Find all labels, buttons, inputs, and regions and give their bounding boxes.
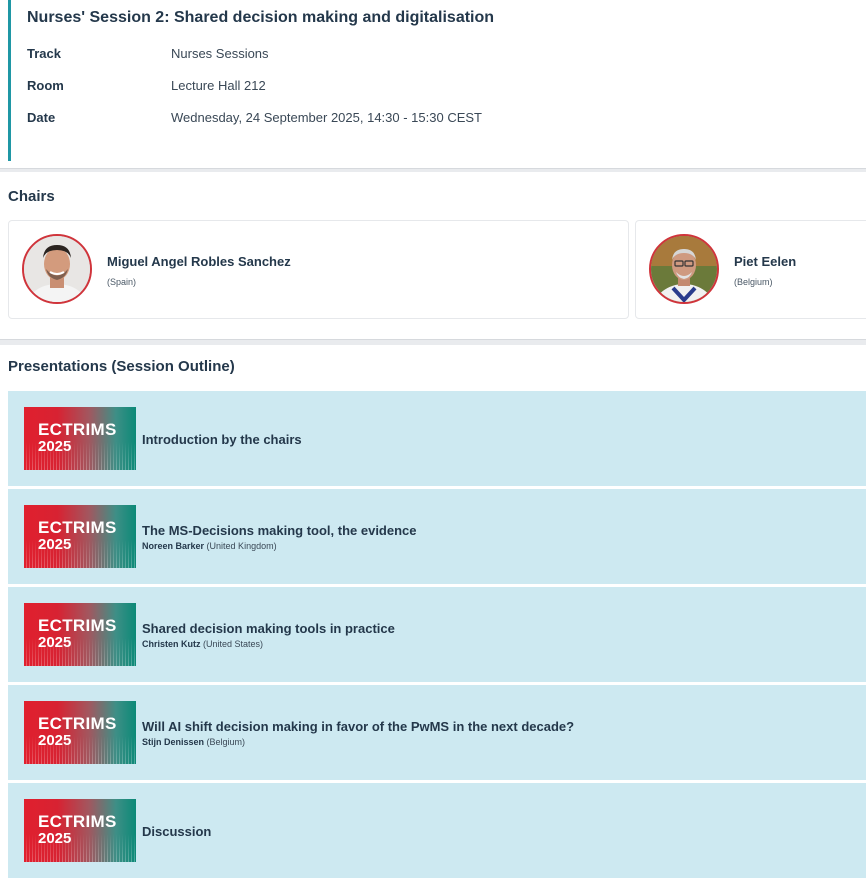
logo-line2: 2025 (38, 438, 72, 455)
chair-name: Piet Eelen (734, 254, 797, 269)
ectrims-logo: ECTRIMS 2025 (24, 603, 136, 666)
chairs-section: Chairs Miguel Angel Robles Sanchez (Spai… (0, 172, 866, 340)
logo-line1: ECTRIMS (38, 518, 117, 537)
logo-line1: ECTRIMS (38, 616, 117, 635)
meta-label: Room (27, 78, 64, 93)
presentation-item[interactable]: ECTRIMS 2025 Shared decision making tool… (8, 587, 866, 682)
speaker-name: Stijn Denissen (142, 737, 205, 747)
presentation-title: Shared decision making tools in practice (142, 621, 395, 636)
presentation-item[interactable]: ECTRIMS 2025 The MS-Decisions making too… (8, 489, 866, 584)
chair-country: (Spain) (107, 277, 137, 287)
meta-label: Track (27, 46, 61, 61)
session-accent-bar (8, 0, 11, 161)
ectrims-logo: ECTRIMS 2025 (24, 505, 136, 568)
presentations-heading: Presentations (Session Outline) (8, 358, 235, 375)
meta-value: Lecture Hall 212 (171, 78, 266, 93)
presentation-title: Will AI shift decision making in favor o… (142, 719, 575, 734)
meta-label: Date (27, 110, 56, 125)
logo-line2: 2025 (38, 536, 72, 553)
session-card: Nurses' Session 2: Shared decision makin… (0, 0, 866, 169)
avatar (649, 234, 719, 304)
ectrims-logo: ECTRIMS 2025 (24, 701, 136, 764)
speaker-country: (United Kingdom) (206, 541, 277, 551)
speaker-country: (United States) (203, 639, 264, 649)
presentation-speaker: Christen Kutz (United States) (142, 639, 263, 649)
ectrims-logo: ECTRIMS 2025 (24, 407, 136, 470)
logo-line1: ECTRIMS (38, 714, 117, 733)
logo-line2: 2025 (38, 634, 72, 651)
speaker-name: Christen Kutz (142, 639, 201, 649)
logo-line2: 2025 (38, 732, 72, 749)
presentation-item[interactable]: ECTRIMS 2025 Discussion (8, 783, 866, 878)
presentation-item[interactable]: ECTRIMS 2025 Introduction by the chairs (8, 391, 866, 486)
meta-value: Wednesday, 24 September 2025, 14:30 - 15… (171, 110, 482, 125)
presentation-speaker: Noreen Barker (United Kingdom) (142, 541, 277, 551)
logo-line1: ECTRIMS (38, 812, 117, 831)
chair-card[interactable]: Miguel Angel Robles Sanchez (Spain) (8, 220, 629, 319)
ectrims-logo: ECTRIMS 2025 (24, 799, 136, 862)
logo-line1: ECTRIMS (38, 420, 117, 439)
chair-country: (Belgium) (734, 277, 773, 287)
chairs-heading: Chairs (8, 188, 55, 205)
presentation-title: Discussion (142, 824, 212, 839)
meta-value: Nurses Sessions (171, 46, 269, 61)
session-title: Nurses' Session 2: Shared decision makin… (27, 9, 495, 26)
presentation-title: Introduction by the chairs (142, 432, 302, 447)
speaker-country: (Belgium) (206, 737, 246, 747)
chair-card[interactable]: Piet Eelen (Belgium) (635, 220, 866, 319)
presentation-title: The MS-Decisions making tool, the eviden… (142, 523, 417, 538)
presentations-section: Presentations (Session Outline) ECTRIMS … (0, 345, 866, 886)
chair-name: Miguel Angel Robles Sanchez (107, 254, 291, 269)
speaker-name: Noreen Barker (142, 541, 205, 551)
presentation-speaker: Stijn Denissen (Belgium) (142, 737, 245, 747)
presentation-item[interactable]: ECTRIMS 2025 Will AI shift decision maki… (8, 685, 866, 780)
avatar (22, 234, 92, 304)
logo-line2: 2025 (38, 830, 72, 847)
